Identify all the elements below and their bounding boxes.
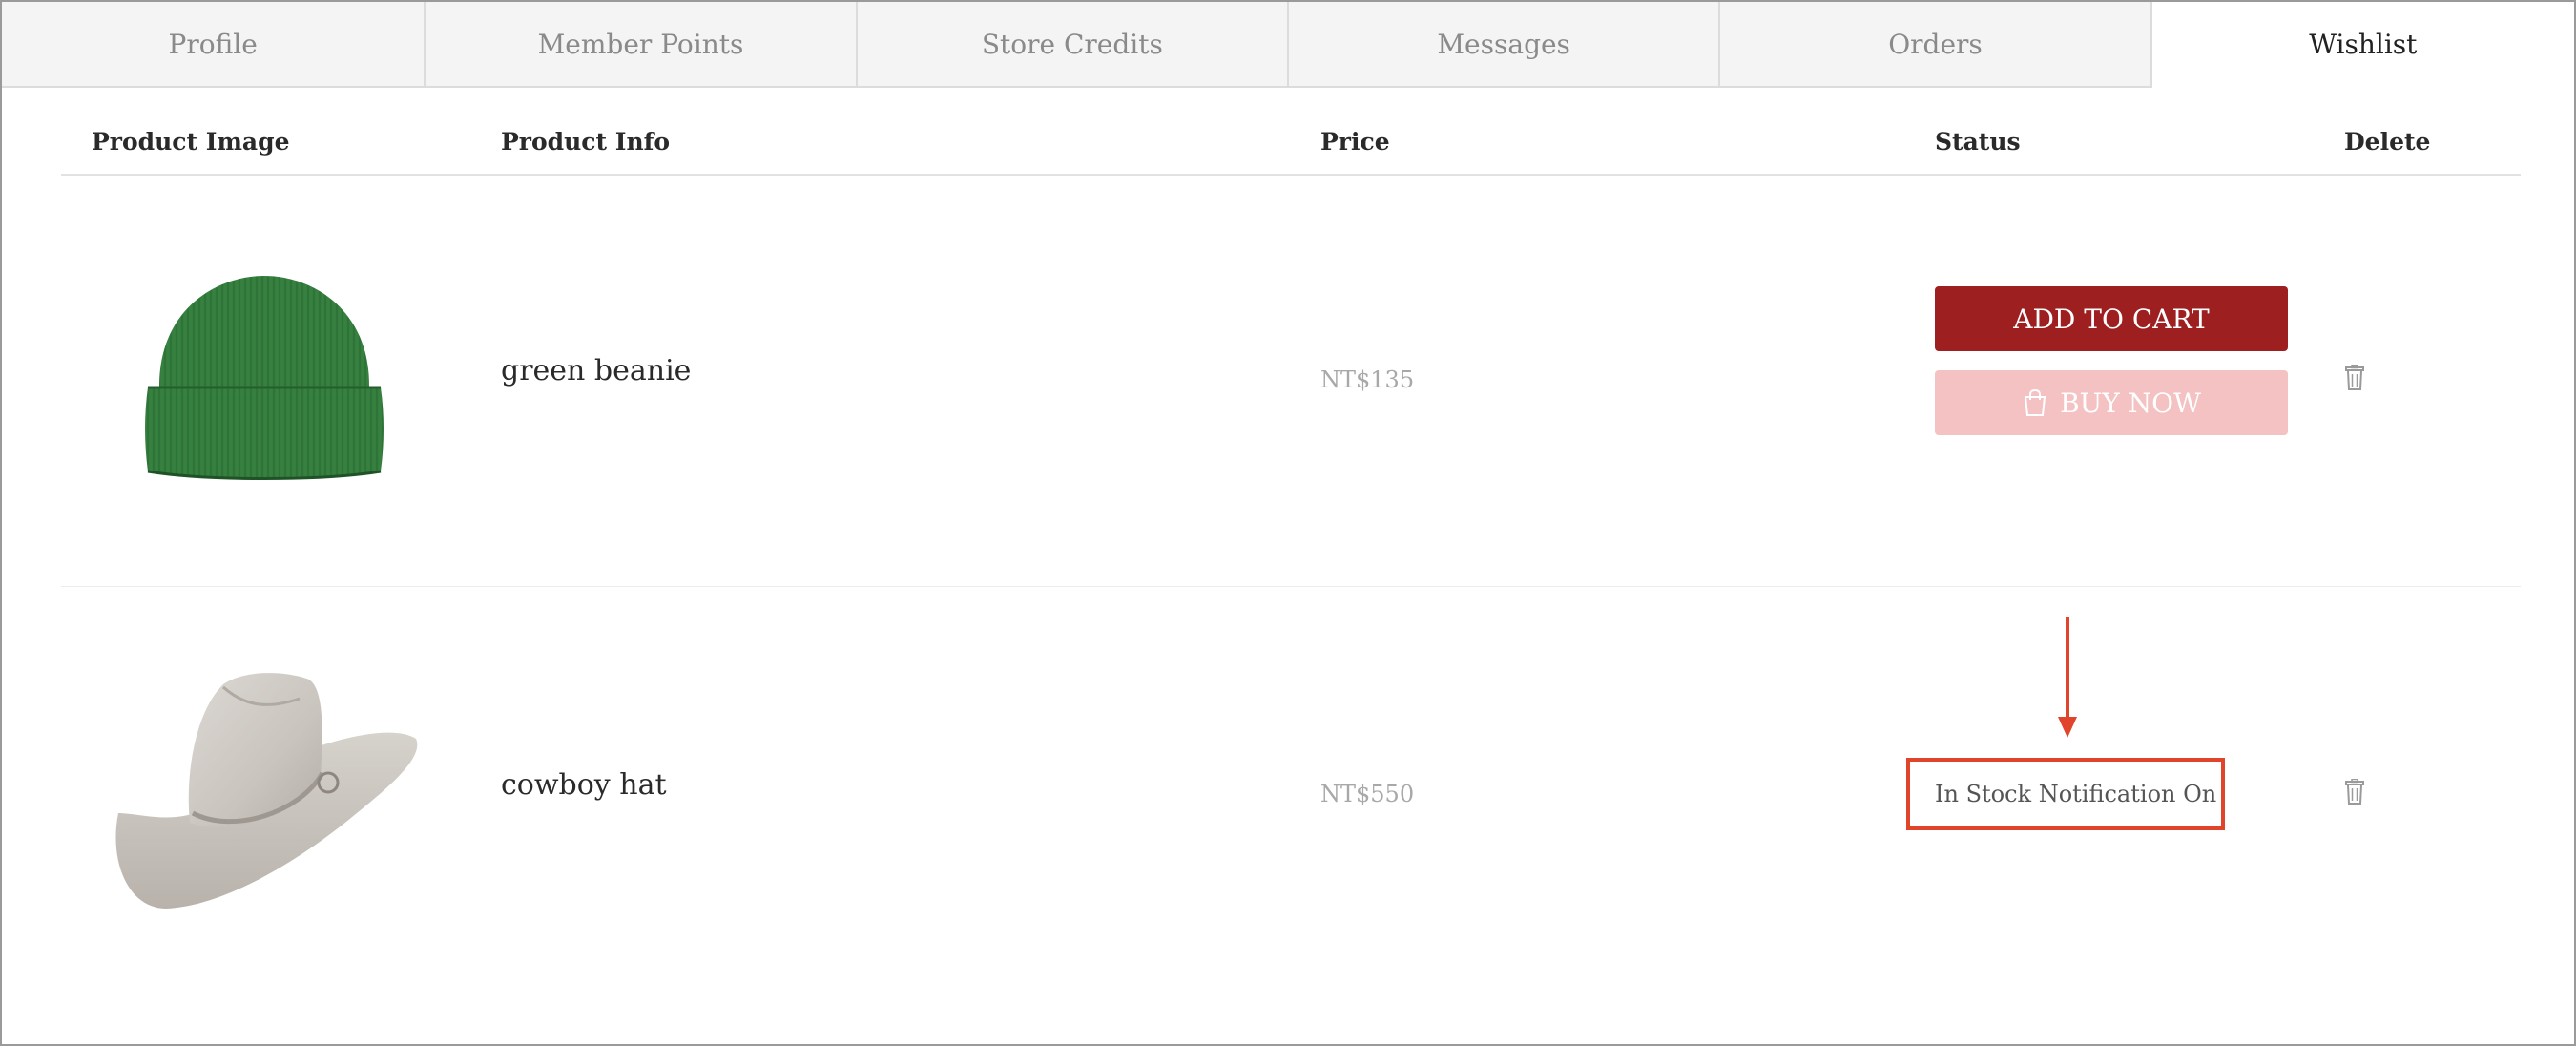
header-price: Price [1320,128,1390,156]
delete-icon[interactable] [2343,364,2366,395]
in-stock-notification-status[interactable]: In Stock Notification On [1935,783,2216,805]
buy-now-label: BUY NOW [2060,387,2201,419]
header-product-image: Product Image [92,128,290,156]
account-tabs: Profile Member Points Store Credits Mess… [2,2,2574,88]
header-delete: Delete [2344,128,2431,156]
row-divider [61,586,2521,587]
tab-wishlist[interactable]: Wishlist [2151,2,2574,88]
delete-icon[interactable] [2343,778,2366,809]
tab-orders[interactable]: Orders [1720,2,2152,88]
header-status: Status [1935,128,2021,156]
tab-profile[interactable]: Profile [2,2,426,88]
product-name[interactable]: green beanie [501,357,691,386]
shopping-bag-icon [2024,388,2046,416]
product-price: NT$550 [1320,781,1415,807]
wishlist-panel: Profile Member Points Store Credits Mess… [0,0,2576,1046]
add-to-cart-button[interactable]: ADD TO CART [1935,286,2288,351]
tab-member-points[interactable]: Member Points [426,2,858,88]
cowboy-hat-image [109,670,424,918]
product-name[interactable]: cowboy hat [501,771,667,800]
buy-now-button[interactable]: BUY NOW [1935,370,2288,435]
header-product-info: Product Info [501,128,671,156]
tab-store-credits[interactable]: Store Credits [857,2,1289,88]
green-beanie-image [131,271,398,491]
product-price: NT$135 [1320,366,1415,393]
wishlist-table-header: Product Image Product Info Price Status … [61,88,2521,176]
annotation-arrow-icon [2058,617,2077,738]
tab-messages[interactable]: Messages [1289,2,1721,88]
